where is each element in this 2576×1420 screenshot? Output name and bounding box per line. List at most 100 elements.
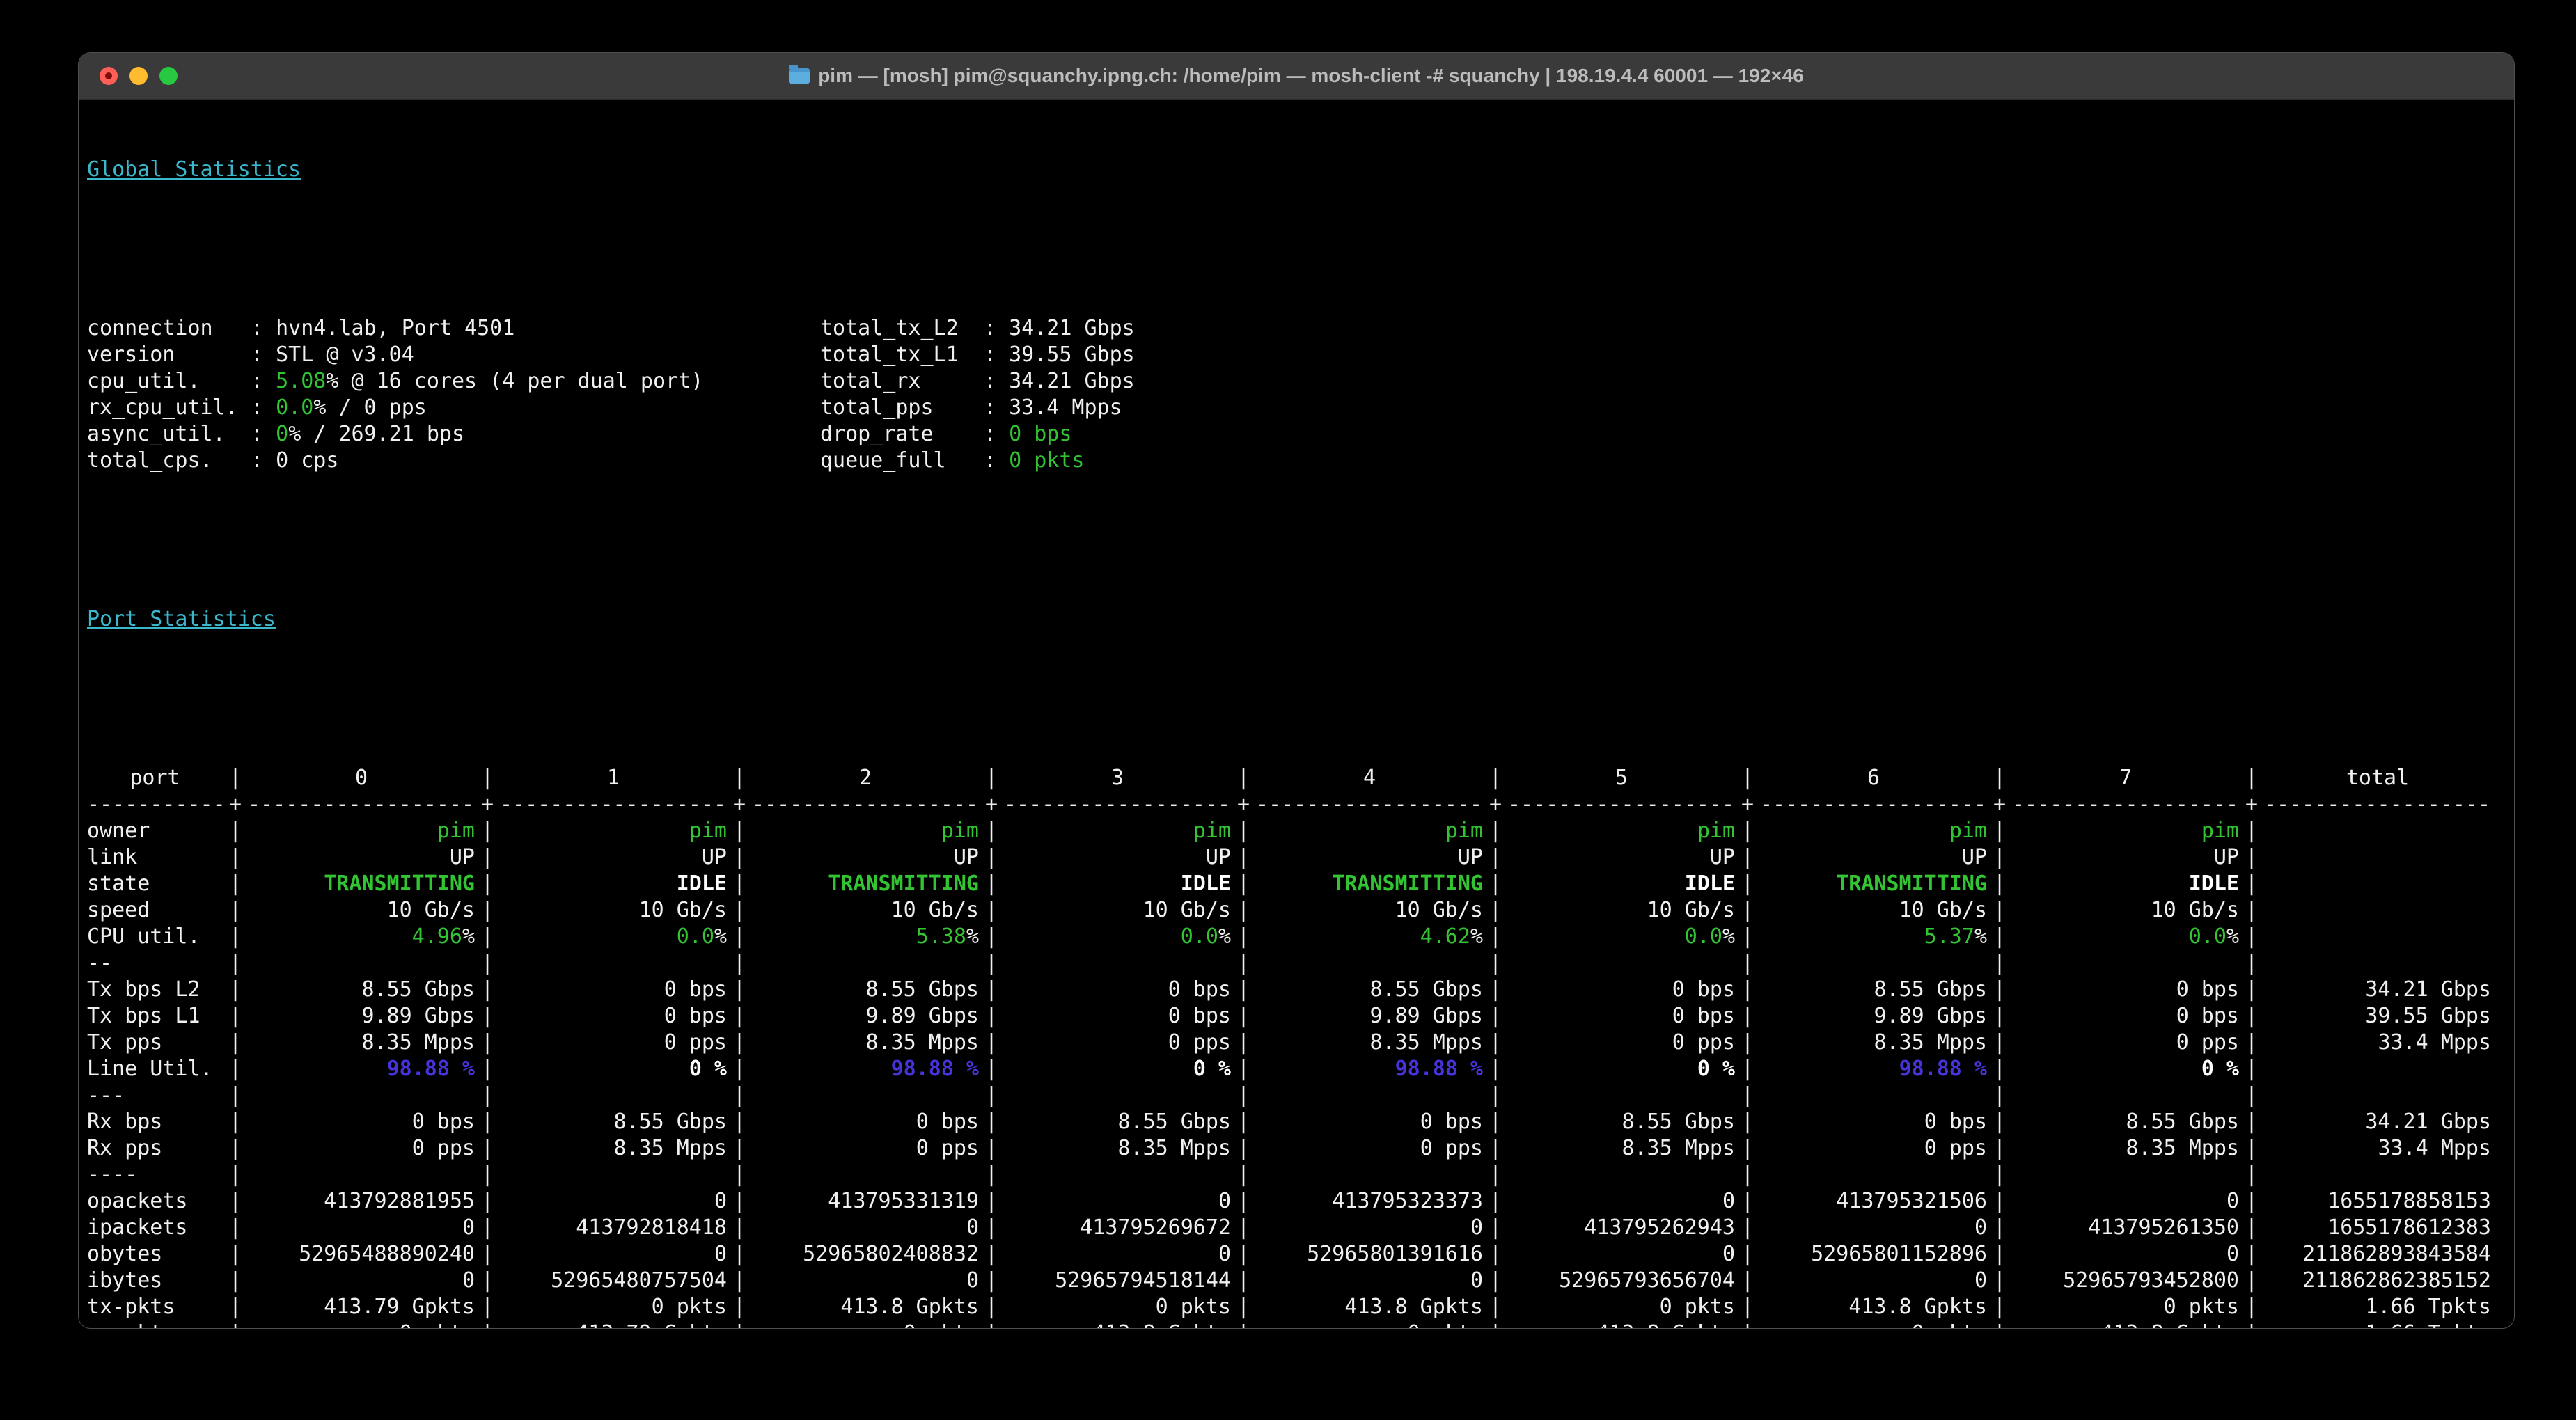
- column-header: 5: [1615, 766, 1628, 790]
- column-separator: |: [480, 819, 494, 843]
- cell: 5.37%: [1924, 924, 1987, 949]
- cell: 8.55 Gbps: [1117, 1110, 1231, 1134]
- column-separator: |: [228, 1295, 242, 1319]
- cell: 0 pkts: [1256, 1320, 1483, 1328]
- column-separator: |: [228, 766, 242, 790]
- column-separator: |: [1741, 977, 1754, 1002]
- column-separator: |: [1993, 977, 2006, 1002]
- column-separator: |: [1236, 1215, 1250, 1240]
- column-separator: |: [2245, 1057, 2259, 1081]
- desktop: pim — [mosh] pim@squanchy.ipng.ch: /home…: [0, 0, 2576, 1420]
- column-header: total: [2346, 766, 2410, 790]
- column-separator: |: [228, 1004, 242, 1028]
- cell: 413.8 Gpkts: [2012, 1320, 2239, 1328]
- zoom-button[interactable]: [159, 67, 178, 85]
- row-label: CPU util.: [87, 924, 201, 949]
- column-separator: |: [1993, 1295, 2006, 1319]
- column-separator: |: [1236, 1242, 1250, 1266]
- column-separator: |: [1236, 1057, 1250, 1081]
- column-separator: |: [1993, 1110, 2006, 1134]
- column-separator: |: [1236, 1083, 1250, 1107]
- global-stat-row: async_util.: 0% / 269.21 bps drop_rate: 0…: [87, 421, 2506, 448]
- column-separator: |: [979, 1320, 1004, 1328]
- cell: 0 bps: [916, 1110, 979, 1134]
- window-title: pim — [mosh] pim@squanchy.ipng.ch: /home…: [818, 65, 1804, 86]
- stat-label: version: [87, 342, 175, 367]
- column-separator: |: [1741, 1242, 1754, 1266]
- column-separator: |: [984, 1189, 998, 1213]
- cell: 0 pkts: [2163, 1295, 2239, 1319]
- row-label: rx-pkts: [87, 1320, 223, 1328]
- cell: TRANSMITTING: [828, 871, 979, 896]
- column-separator: |: [1236, 845, 1250, 869]
- row-label: Rx pps: [87, 1136, 163, 1160]
- column-separator: |: [984, 1083, 998, 1107]
- column-separator: |: [2245, 1242, 2259, 1266]
- row-label: ----: [87, 1162, 138, 1187]
- table-row: opackets | 413792881955 | 0 | 413795331319 | 0 | 4…: [87, 1188, 2506, 1215]
- global-stat-right: total_tx_L2: 34.21 Gbps: [820, 316, 1135, 340]
- column-separator: |: [1741, 1268, 1754, 1293]
- stat-label: queue_full: [820, 448, 946, 473]
- column-separator: |: [984, 1136, 998, 1160]
- cell: 10 Gb/s: [386, 898, 475, 922]
- cell: 413795261350: [2088, 1215, 2239, 1240]
- column-separator: |: [480, 766, 494, 790]
- cell: 10 Gb/s: [1142, 898, 1231, 922]
- cell: 0 pps: [1924, 1136, 1987, 1160]
- stat-label: connection: [87, 316, 213, 340]
- column-separator: |: [1489, 977, 1502, 1002]
- table-row: state | TRANSMITTING | IDLE | TRANSMITTING | IDL…: [87, 871, 2506, 897]
- cell: 0 pps: [411, 1136, 475, 1160]
- cell: 0 bps: [1924, 1110, 1987, 1134]
- close-button[interactable]: [100, 67, 118, 85]
- folder-icon: [789, 65, 810, 84]
- global-stat-row: cpu_util.: 5.08% @ 16 cores (4 per dual …: [87, 368, 2506, 395]
- cell: 0 pps: [916, 1136, 979, 1160]
- cell: pim: [1445, 819, 1483, 843]
- table-row: owner | pim | pim | pim | pim | pim | pim | pim | pim |: [87, 818, 2506, 844]
- cell: 0.0%: [1684, 924, 1735, 949]
- stat-label: total_pps: [820, 395, 934, 420]
- cell: 0: [1218, 1242, 1231, 1266]
- column-separator: |: [2245, 1295, 2259, 1319]
- column-separator: |: [732, 845, 746, 869]
- column-separator: |: [984, 977, 998, 1002]
- cell: 0 pkts: [752, 1320, 979, 1328]
- column-separator: |: [1993, 819, 2006, 843]
- global-stat-left: cpu_util.: 5.08% @ 16 cores (4 per dual …: [87, 369, 704, 393]
- column-separator: |: [984, 1295, 998, 1319]
- column-separator: |: [228, 1162, 242, 1187]
- minimize-button[interactable]: [129, 67, 148, 85]
- column-separator: |: [1236, 977, 1250, 1002]
- cell: 0 pps: [1168, 1030, 1231, 1055]
- column-separator: |: [2245, 1268, 2259, 1293]
- cell: 33.4 Mpps: [2378, 1030, 2491, 1055]
- row-label: state: [87, 871, 150, 896]
- column-separator: |: [1993, 871, 2006, 896]
- traffic-lights: [100, 53, 178, 99]
- cell: 0 pkts: [1155, 1295, 1231, 1319]
- cell: 0 bps: [1672, 977, 1735, 1002]
- column-separator: |: [1489, 898, 1502, 922]
- cell: 0: [1470, 1268, 1483, 1293]
- cell: 0 %: [1193, 1057, 1231, 1081]
- column-separator: |: [732, 1189, 746, 1213]
- column-separator: |: [984, 1110, 998, 1134]
- cell: 34.21 Gbps: [2365, 1110, 2491, 1134]
- column-separator: |: [1236, 951, 1250, 975]
- column-separator: |: [1236, 1030, 1250, 1055]
- column-separator: |: [732, 1162, 746, 1187]
- table-row: Tx bps L2 | 8.55 Gbps | 0 bps | 8.55 Gbps | 0 bp…: [87, 977, 2506, 1003]
- row-label: opackets: [87, 1189, 188, 1213]
- cell: 1655178858153: [2327, 1189, 2491, 1213]
- cell: 0: [1974, 1268, 1987, 1293]
- cell: 0 bps: [2176, 1004, 2239, 1028]
- cell: pim: [1697, 819, 1735, 843]
- cell: UP: [2213, 845, 2239, 869]
- cell: 0 pkts: [1659, 1295, 1735, 1319]
- column-separator: |: [1236, 1136, 1250, 1160]
- column-separator: |: [732, 977, 746, 1002]
- table-row: Tx pps | 8.35 Mpps | 0 pps | 8.35 Mpps | 0 pps | 8…: [87, 1030, 2506, 1056]
- column-separator: |: [480, 1030, 494, 1055]
